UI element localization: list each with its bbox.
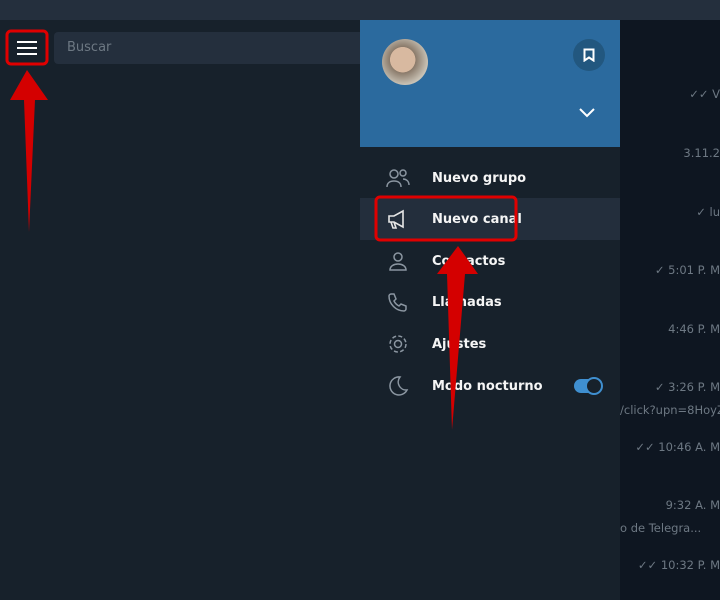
avatar[interactable] <box>382 39 428 85</box>
saved-messages-button[interactable] <box>573 39 605 71</box>
menu-item-label: Ajustes <box>432 336 487 352</box>
bookmark-icon <box>583 48 595 62</box>
chat-snippet: /click?upn=8HoyZ. <box>620 403 720 417</box>
chat-time: ✓✓ 10:32 P. M <box>637 558 720 572</box>
title-bar <box>0 0 720 20</box>
menu-item-label: Contactos <box>432 253 506 269</box>
chat-time: ✓✓ V <box>689 87 720 101</box>
megaphone-icon <box>388 209 404 229</box>
chat-snippet: o de Telegra... <box>620 521 702 535</box>
search-input[interactable]: Buscar <box>54 32 364 64</box>
menu-item-calls[interactable]: Llamadas <box>360 281 620 323</box>
hamburger-icon <box>17 41 37 55</box>
chat-time: ✓ lu <box>696 205 720 219</box>
person-icon <box>389 252 407 271</box>
chat-time: 3.11.2 <box>683 146 720 160</box>
menu-item-label: Modo nocturno <box>432 378 543 394</box>
chat-time: ✓ 5:01 P. M <box>654 263 720 277</box>
chat-time: 9:32 A. M <box>665 498 720 512</box>
menu-item-settings[interactable]: Ajustes <box>360 323 620 365</box>
moon-icon <box>389 376 409 396</box>
chat-time: 4:46 P. M <box>668 322 720 336</box>
chat-time: ✓ 3:26 P. M <box>654 380 720 394</box>
menu-item-night-mode[interactable]: Modo nocturno <box>360 365 620 407</box>
chat-time: ✓✓ 10:46 A. M <box>635 440 720 454</box>
chat-list: ✓✓ V 3.11.2 ✓ lu ✓ 5:01 P. M 4:46 P. M ✓… <box>620 20 720 600</box>
menu-item-new-group[interactable]: Nuevo grupo <box>360 157 620 199</box>
gear-icon <box>389 335 407 353</box>
menu-item-contacts[interactable]: Contactos <box>360 240 620 282</box>
menu-item-label: Nuevo grupo <box>432 170 527 186</box>
chevron-down-icon[interactable] <box>578 107 596 119</box>
menu-item-new-channel[interactable]: Nuevo canal <box>360 198 620 240</box>
group-icon <box>386 169 410 188</box>
phone-icon <box>388 293 407 312</box>
drawer-header <box>360 20 620 147</box>
chat-list-panel <box>0 20 360 600</box>
menu-item-label: Nuevo canal <box>432 211 522 227</box>
menu-button[interactable] <box>8 33 46 63</box>
night-mode-toggle[interactable] <box>574 377 603 395</box>
side-drawer: Nuevo grupo Nuevo canal Contactos Llamad… <box>360 20 620 600</box>
menu-item-label: Llamadas <box>432 294 502 310</box>
